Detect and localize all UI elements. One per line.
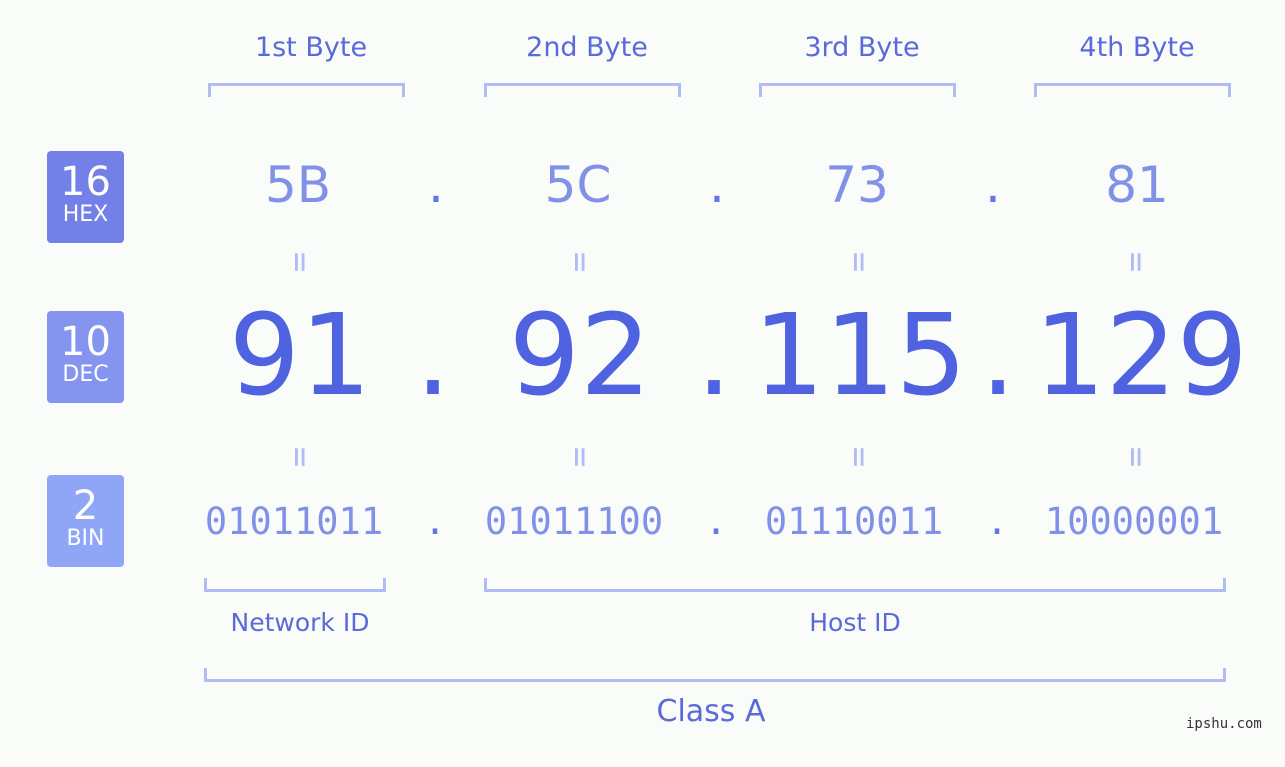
dec-separator: .	[696, 291, 732, 421]
byte-bracket-1	[208, 83, 405, 97]
dec-separator: .	[415, 291, 451, 421]
hex-value-2: 5C	[544, 156, 612, 214]
dec-value-1: 91	[228, 291, 372, 421]
host-id-bracket	[484, 578, 1226, 592]
hex-badge: 16 HEX	[47, 151, 124, 243]
equals-icon: =	[839, 446, 879, 468]
bin-badge-number: 2	[72, 483, 99, 529]
dec-badge-label: DEC	[62, 362, 109, 387]
bin-separator: .	[985, 500, 1009, 543]
network-id-label: Network ID	[230, 608, 370, 637]
host-id-label: Host ID	[809, 608, 901, 637]
equals-icon: =	[1116, 251, 1156, 273]
dec-value-4: 129	[1034, 291, 1248, 421]
bin-value-3: 01110011	[764, 500, 944, 543]
byte-header-1: 1st Byte	[254, 32, 368, 63]
byte-bracket-3	[759, 83, 956, 97]
dec-separator: .	[980, 291, 1016, 421]
hex-separator: .	[985, 156, 1001, 214]
byte-header-3: 3rd Byte	[804, 32, 920, 63]
bin-value-2: 01011100	[484, 500, 664, 543]
equals-icon: =	[839, 251, 879, 273]
hex-badge-number: 16	[60, 159, 111, 205]
hex-value-3: 73	[825, 156, 889, 214]
dec-value-2: 92	[508, 291, 652, 421]
bin-badge-label: BIN	[66, 526, 105, 551]
byte-bracket-4	[1034, 83, 1231, 97]
dec-badge: 10 DEC	[47, 311, 124, 403]
hex-value-4: 81	[1105, 156, 1169, 214]
byte-bracket-2	[484, 83, 681, 97]
class-label: Class A	[656, 694, 766, 729]
hex-badge-label: HEX	[62, 202, 109, 227]
equals-icon: =	[560, 446, 600, 468]
equals-icon: =	[560, 251, 600, 273]
bin-badge: 2 BIN	[47, 475, 124, 567]
dec-value-3: 115	[753, 291, 967, 421]
equals-icon: =	[280, 446, 320, 468]
class-bracket	[204, 668, 1226, 682]
network-id-bracket	[204, 578, 386, 592]
byte-header-2: 2nd Byte	[526, 32, 648, 63]
bin-value-4: 10000001	[1044, 500, 1224, 543]
bin-separator: .	[423, 500, 447, 543]
equals-icon: =	[1116, 446, 1156, 468]
hex-separator: .	[428, 156, 444, 214]
byte-header-4: 4th Byte	[1079, 32, 1195, 63]
dec-badge-number: 10	[60, 319, 111, 365]
watermark: ipshu.com	[1186, 716, 1262, 732]
bin-value-1: 01011011	[204, 500, 384, 543]
bin-separator: .	[704, 500, 728, 543]
hex-separator: .	[709, 156, 725, 214]
equals-icon: =	[280, 251, 320, 273]
hex-value-1: 5B	[264, 156, 332, 214]
